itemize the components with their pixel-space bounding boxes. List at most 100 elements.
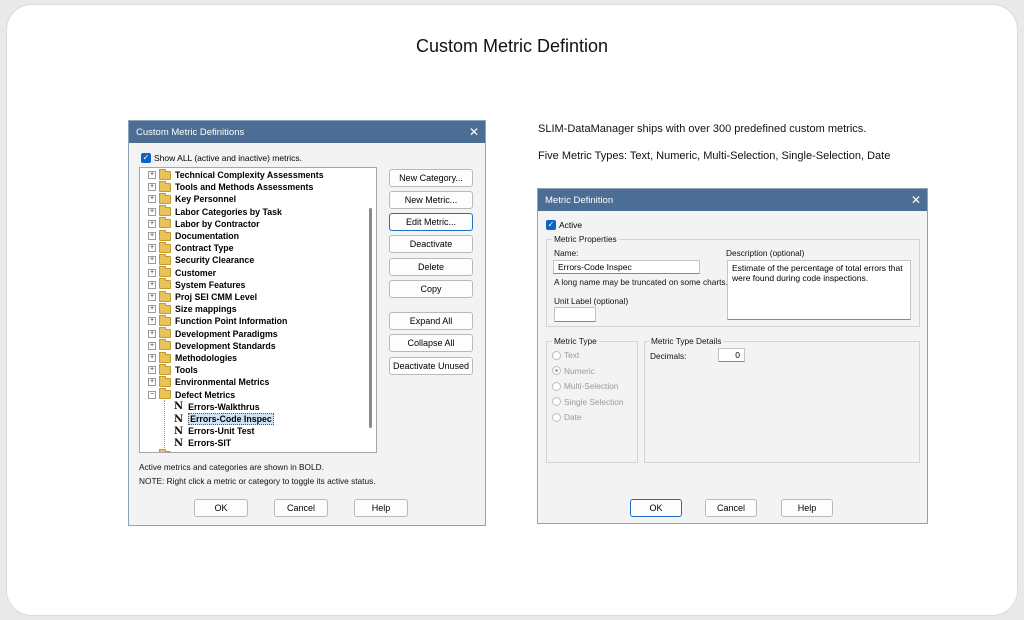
expand-icon[interactable]: + [148,171,156,179]
ok-button[interactable]: OK [630,499,682,517]
tree-item-label: Errors-Walkthrus [188,401,260,412]
new-metric-button[interactable]: New Metric... [389,191,473,209]
expand-icon[interactable]: + [148,293,156,301]
show-all-checkbox[interactable]: ✓ Show ALL (active and inactive) metrics… [141,153,302,163]
tree-item-label: Methodologies [175,353,238,363]
folder-icon [159,290,171,302]
metric-type-radio-text[interactable]: Text [552,350,579,360]
expand-icon[interactable]: + [148,207,156,216]
tree-category-item[interactable]: − Defect Metrics [140,388,235,401]
tree-item-label: Proj SEI CMM Level [175,292,258,302]
custom-metric-definitions-dialog: Custom Metric Definitions ✕ ✓ Show ALL (… [128,120,486,526]
collapse-all-button[interactable]: Collapse All [389,334,473,352]
metric-tree[interactable]: + Technical Complexity Assessments + Tools … [139,167,377,453]
expand-icon[interactable]: + [148,195,156,204]
copy-button[interactable]: Copy [389,280,473,298]
collapse-icon[interactable]: − [148,390,156,399]
metric-type-radio-single-selection[interactable]: Single Selection [552,397,624,407]
description-textarea[interactable]: Estimate of the percentage of total erro… [727,260,911,320]
tree-item-label: Development Standards [175,340,276,351]
folder-icon [159,253,171,265]
tree-category-item[interactable]: + Testing Metrics [140,449,239,452]
tree-category-item[interactable]: + Customer [140,266,217,279]
help-button[interactable]: Help [781,499,833,517]
tree-metric-item[interactable]: N Errors-Walkthrus [140,401,260,413]
tree-category-item[interactable]: + Key Personnel [140,192,236,205]
expand-icon[interactable]: + [148,451,156,452]
folder-icon [159,388,171,400]
tree-category-item[interactable]: + Development Standards [140,339,276,352]
metric-type-radio-date[interactable]: Date [552,412,582,422]
tree-category-item[interactable]: + Documentation [140,229,239,242]
radio-icon [552,381,561,391]
expand-icon[interactable]: + [148,305,156,314]
expand-icon[interactable]: + [148,280,156,289]
delete-button[interactable]: Delete [389,258,473,276]
expand-icon[interactable]: + [148,317,156,326]
dialog-title: Custom Metric Definitions [136,126,245,138]
expand-icon[interactable]: + [148,341,156,350]
tree-category-item[interactable]: + Methodologies [140,351,238,364]
close-icon[interactable]: ✕ [905,193,927,207]
active-checkbox[interactable]: ✓ Active [546,220,582,230]
name-input[interactable] [553,260,700,274]
decimals-label: Decimals: [650,351,687,361]
show-all-label: Show ALL (active and inactive) metrics. [154,153,303,163]
help-button[interactable]: Help [354,499,408,517]
expand-all-button[interactable]: Expand All [389,312,473,330]
metric-type-radio-numeric[interactable]: Numeric [552,366,595,376]
tree-category-item[interactable]: + Contract Type [140,241,234,254]
dialog-title: Metric Definition [545,194,614,206]
tree-category-item[interactable]: + Function Point Information [140,314,287,327]
tree-item-label: Labor Categories by Task [175,206,282,217]
tree-metric-item[interactable]: N Errors-Unit Test [140,425,254,437]
expand-icon[interactable]: + [148,268,156,277]
edit-metric-button[interactable]: Edit Metric... [389,213,473,231]
tree-category-item[interactable]: + Tools and Methods Assessments [140,180,313,193]
tree-item-label: Development Paradigms [175,328,278,339]
tree-item-label: Errors-Code Inspec [188,413,274,425]
tree-category-item[interactable]: + Proj SEI CMM Level [140,290,258,303]
metric-type-radio-multi-selection[interactable]: Multi-Selection [552,381,618,391]
expand-icon[interactable]: + [148,219,156,228]
tree-metric-item[interactable]: N Errors-Code Inspec [140,413,274,425]
deactivate-unused-button[interactable]: Deactivate Unused [389,357,473,375]
tree-category-item[interactable]: + Development Paradigms [140,327,278,340]
expand-icon[interactable]: + [148,232,156,240]
expand-icon[interactable]: + [148,244,156,253]
expand-icon[interactable]: + [148,354,156,362]
tree-category-item[interactable]: + Tools [140,363,198,376]
decimals-input[interactable] [718,348,745,362]
cancel-button[interactable]: Cancel [274,499,328,517]
tree-category-item[interactable]: + System Features [140,278,245,291]
cancel-button[interactable]: Cancel [705,499,757,517]
radio-label: Date [564,412,582,422]
tree-category-item[interactable]: + Technical Complexity Assessments [140,168,324,181]
ok-button[interactable]: OK [194,499,248,517]
numeric-metric-icon: N [174,401,184,413]
folder-icon [159,449,171,452]
tree-category-item[interactable]: + Security Clearance [140,253,254,266]
expand-icon[interactable]: + [148,378,156,387]
unit-label-label: Unit Label (optional) [554,296,629,306]
unit-label-input[interactable] [554,307,596,322]
tree-category-item[interactable]: + Labor Categories by Task [140,205,282,218]
expand-icon[interactable]: + [148,329,156,338]
tree-category-item[interactable]: + Size mappings [140,302,237,315]
tree-item-label: Technical Complexity Assessments [175,170,324,180]
expand-icon[interactable]: + [148,366,156,375]
expand-icon[interactable]: + [148,183,156,192]
dialog-titlebar: Metric Definition ✕ [538,189,927,211]
tree-item-label: Testing Metrics [175,451,239,452]
tree-item-label: Customer [175,267,217,278]
tree-metric-item[interactable]: N Errors-SIT [140,437,231,449]
radio-icon [552,397,561,406]
close-icon[interactable]: ✕ [463,125,485,139]
tree-category-item[interactable]: + Environmental Metrics [140,375,269,388]
new-category-button[interactable]: New Category... [389,169,473,187]
tree-category-item[interactable]: + Labor by Contractor [140,217,260,230]
deactivate-button[interactable]: Deactivate [389,235,473,253]
numeric-metric-icon: N [174,425,184,437]
tree-scrollbar[interactable] [369,208,372,428]
expand-icon[interactable]: + [148,256,156,265]
